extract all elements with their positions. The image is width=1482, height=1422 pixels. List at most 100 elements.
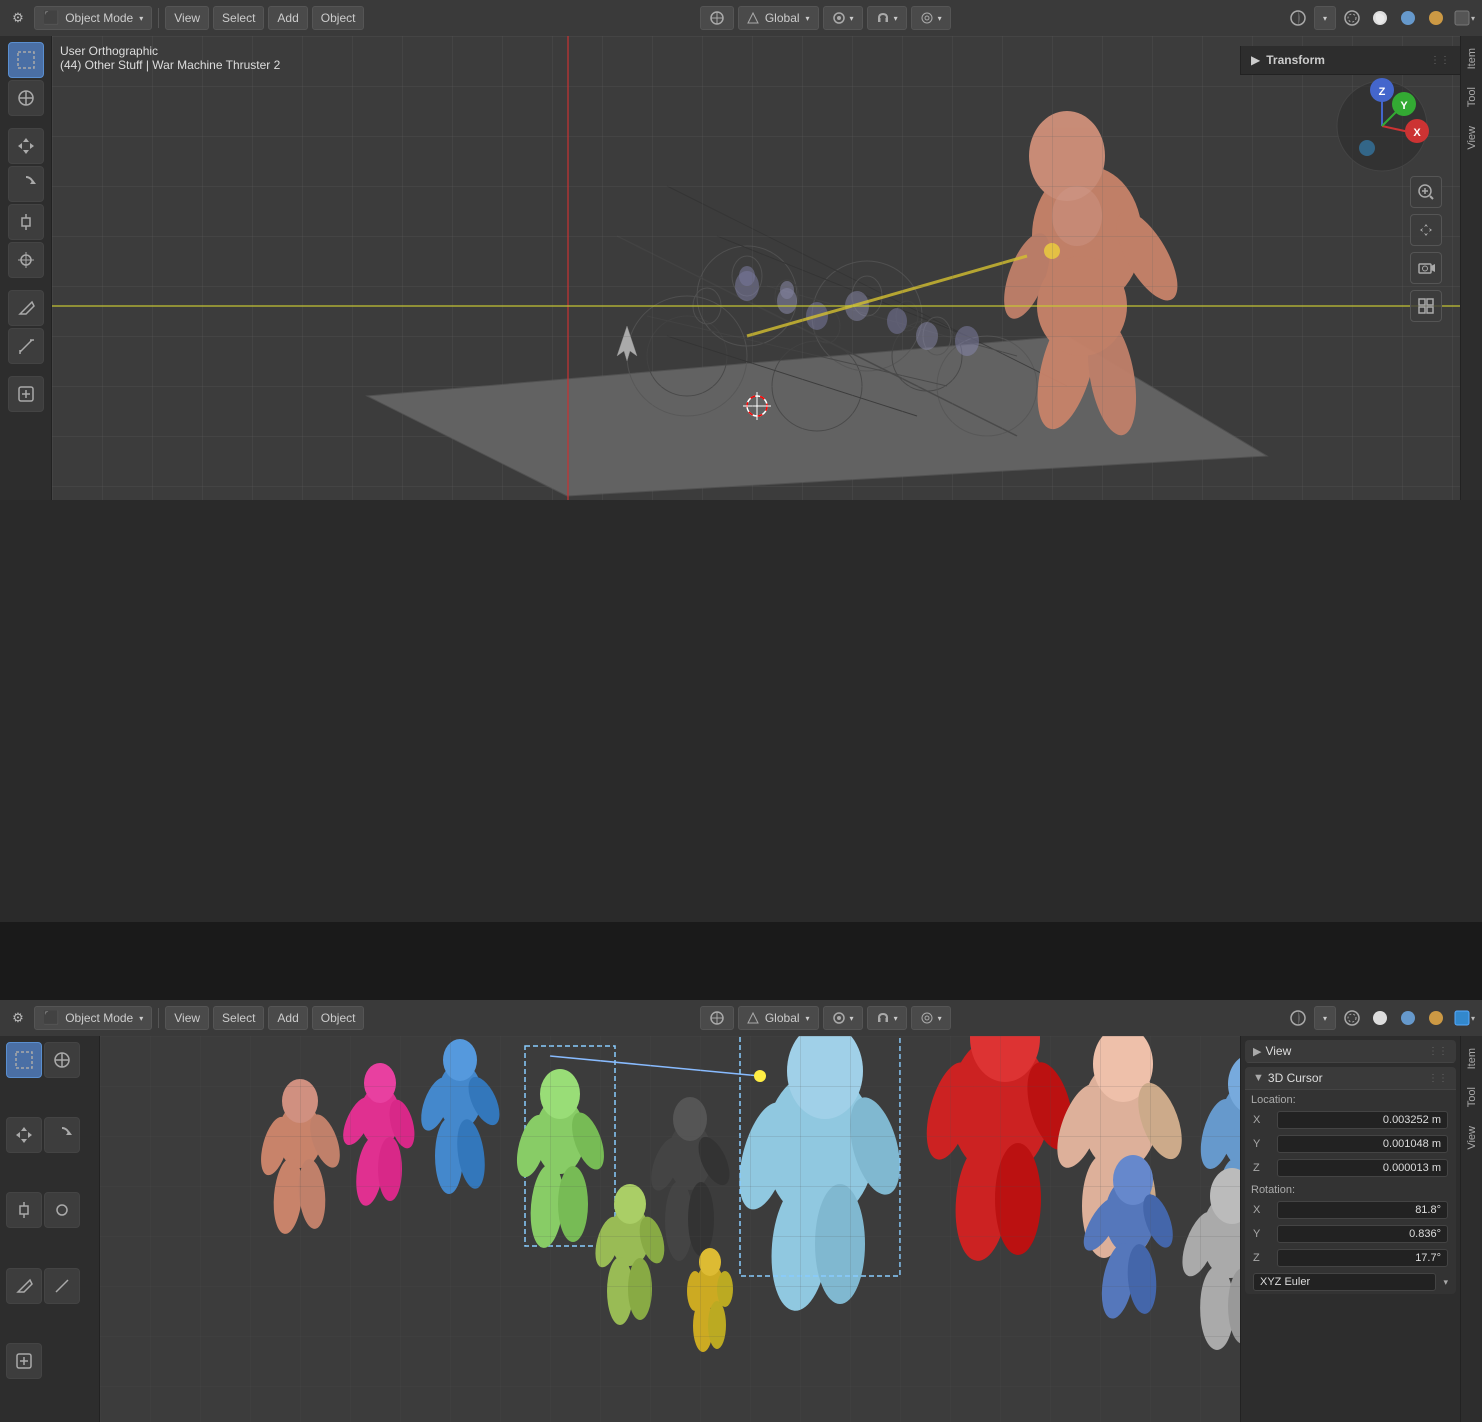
- zoom-in-btn-top[interactable]: [1410, 176, 1442, 208]
- shading-mat-bot[interactable]: [1396, 1006, 1420, 1030]
- snap-icon-bot[interactable]: [700, 1006, 734, 1030]
- viewport-shading-solid[interactable]: [1368, 6, 1392, 30]
- view-section-header[interactable]: ▶ View ⋮⋮: [1245, 1040, 1456, 1063]
- move-tool-top[interactable]: [8, 128, 44, 164]
- pan-btn-top[interactable]: [1410, 214, 1442, 246]
- global-label-bot: Global: [765, 1011, 800, 1025]
- view-section: ▶ View ⋮⋮: [1245, 1040, 1456, 1063]
- viewport-canvas-top[interactable]: User Orthographic (44) Other Stuff | War…: [52, 36, 1482, 500]
- view-tab-bot[interactable]: View: [1463, 1118, 1481, 1158]
- move-tool-bot[interactable]: [6, 1117, 42, 1153]
- viewport-shading-extra[interactable]: ▾: [1452, 6, 1476, 30]
- add-tool-top[interactable]: [8, 376, 44, 412]
- add-tool-bot[interactable]: [6, 1343, 42, 1379]
- global-label-top: Global: [765, 11, 800, 25]
- select-menu-bot[interactable]: Select: [213, 1006, 264, 1030]
- nav-gizmo-top[interactable]: Z X Y: [1332, 76, 1432, 179]
- object-menu[interactable]: Object: [312, 6, 365, 30]
- view-dots: ⋮⋮: [1428, 1046, 1448, 1057]
- rx-label: X: [1253, 1204, 1273, 1216]
- y-value[interactable]: 0.001048 m: [1277, 1135, 1448, 1153]
- rotation-label: Rotation:: [1245, 1180, 1456, 1198]
- svg-text:X: X: [1413, 127, 1421, 139]
- camera-btn-top[interactable]: [1410, 252, 1442, 284]
- scale-tool-bot[interactable]: [6, 1192, 42, 1228]
- select-tool-top[interactable]: [8, 42, 44, 78]
- editor-type-icon-bot[interactable]: ⚙: [6, 1006, 30, 1030]
- x-row: X 0.003252 m: [1245, 1108, 1456, 1132]
- viewport-shading-rendered[interactable]: [1424, 6, 1448, 30]
- rz-value[interactable]: 17.7°: [1277, 1249, 1448, 1267]
- viewport-top[interactable]: ⚙ ⬛ Object Mode ▾ View Select Add Object…: [0, 0, 1482, 500]
- global-dropdown-bot[interactable]: Global ▾: [738, 1006, 819, 1030]
- object-mode-dropdown-bot[interactable]: ⬛ Object Mode ▾: [34, 1006, 152, 1030]
- proportional-top[interactable]: ▾: [911, 6, 951, 30]
- cursor-section: ▼ 3D Cursor ⋮⋮ Location: X 0.003252 m Y …: [1245, 1067, 1456, 1294]
- pivot-btn-top[interactable]: ▾: [823, 6, 863, 30]
- tool-tab-bot[interactable]: Tool: [1463, 1079, 1481, 1115]
- overlay-dropdown-top[interactable]: ▾: [1314, 6, 1336, 30]
- shading-render-bot[interactable]: [1424, 1006, 1448, 1030]
- measure-tool-top[interactable]: [8, 328, 44, 364]
- transform-tool-top[interactable]: [8, 242, 44, 278]
- add-menu[interactable]: Add: [268, 6, 307, 30]
- snap-icon-top[interactable]: [700, 6, 734, 30]
- object-mode-dropdown[interactable]: ⬛ Object Mode ▾: [34, 6, 152, 30]
- item-tab-top[interactable]: Item: [1463, 40, 1481, 77]
- mode-chevron: ▾: [139, 14, 143, 23]
- x-label: X: [1253, 1114, 1273, 1126]
- viewport-shading-material[interactable]: [1396, 6, 1420, 30]
- ry-value[interactable]: 0.836°: [1277, 1225, 1448, 1243]
- rotate-tool-top[interactable]: [8, 166, 44, 202]
- viewport-bottom[interactable]: ⚙ ⬛ Object Mode ▾ View Select Add Object…: [0, 500, 1482, 922]
- view-menu-bot[interactable]: View: [165, 1006, 209, 1030]
- annotate-tool-top[interactable]: [8, 290, 44, 326]
- pivot-btn-bot[interactable]: ▾: [823, 1006, 863, 1030]
- overlay-icon-top[interactable]: [1286, 6, 1310, 30]
- x-value[interactable]: 0.003252 m: [1277, 1111, 1448, 1129]
- right-sidebar-bottom: Item Tool View: [1460, 1036, 1482, 1422]
- shading-solid-bot[interactable]: [1368, 1006, 1392, 1030]
- cursor-tool-bot[interactable]: [44, 1042, 80, 1078]
- cursor-tool-top[interactable]: [8, 80, 44, 116]
- z-value[interactable]: 0.000013 m: [1277, 1159, 1448, 1177]
- scale-tool-top[interactable]: [8, 204, 44, 240]
- add-menu-bot[interactable]: Add: [268, 1006, 307, 1030]
- axis-yellow-top: [52, 305, 1482, 307]
- ry-row: Y 0.836°: [1245, 1222, 1456, 1246]
- svg-text:Y: Y: [1400, 100, 1408, 112]
- view-menu[interactable]: View: [165, 6, 209, 30]
- transform-header[interactable]: ▶ Transform ⋮⋮: [1245, 50, 1456, 70]
- rotation-type-dropdown[interactable]: XYZ Euler: [1253, 1273, 1436, 1291]
- item-tab-bot[interactable]: Item: [1463, 1040, 1481, 1077]
- grid-btn-top[interactable]: [1410, 290, 1442, 322]
- proportional-bot[interactable]: ▾: [911, 1006, 951, 1030]
- rotate-tool-bot[interactable]: [44, 1117, 80, 1153]
- snap-magnet-top[interactable]: ▾: [867, 6, 907, 30]
- snap-magnet-bot[interactable]: ▾: [867, 1006, 907, 1030]
- select-menu[interactable]: Select: [213, 6, 264, 30]
- xray-icon-bot[interactable]: [1340, 1006, 1364, 1030]
- tool-tab-top[interactable]: Tool: [1463, 79, 1481, 115]
- shading-extra-bot[interactable]: ▾: [1452, 1006, 1476, 1030]
- xray-icon-top[interactable]: [1340, 6, 1364, 30]
- overlay-dropdown-bot[interactable]: ▾: [1314, 1006, 1336, 1030]
- transform-title: Transform: [1266, 53, 1325, 67]
- rx-value[interactable]: 81.8°: [1277, 1201, 1448, 1219]
- measure-tool-bot[interactable]: [44, 1268, 80, 1304]
- location-label: Location:: [1245, 1090, 1456, 1108]
- z-label: Z: [1253, 1162, 1273, 1174]
- view-tab-top[interactable]: View: [1463, 118, 1481, 158]
- select-tool-bot[interactable]: [6, 1042, 42, 1078]
- editor-type-icon[interactable]: ⚙: [6, 6, 30, 30]
- global-dropdown-top[interactable]: Global ▾: [738, 6, 819, 30]
- cursor-section-header[interactable]: ▼ 3D Cursor ⋮⋮: [1245, 1067, 1456, 1090]
- header-bar-bottom: ⚙ ⬛ Object Mode ▾ View Select Add Object…: [0, 1000, 1482, 1036]
- y-label: Y: [1253, 1138, 1273, 1150]
- transform-tool-bot[interactable]: [44, 1192, 80, 1228]
- object-menu-bot[interactable]: Object: [312, 1006, 365, 1030]
- overlay-icon-bot[interactable]: [1286, 1006, 1310, 1030]
- transform-panel: ▶ Transform ⋮⋮: [1240, 46, 1460, 75]
- mode-label-bot: Object Mode: [65, 1011, 133, 1025]
- annotate-tool-bot[interactable]: [6, 1268, 42, 1304]
